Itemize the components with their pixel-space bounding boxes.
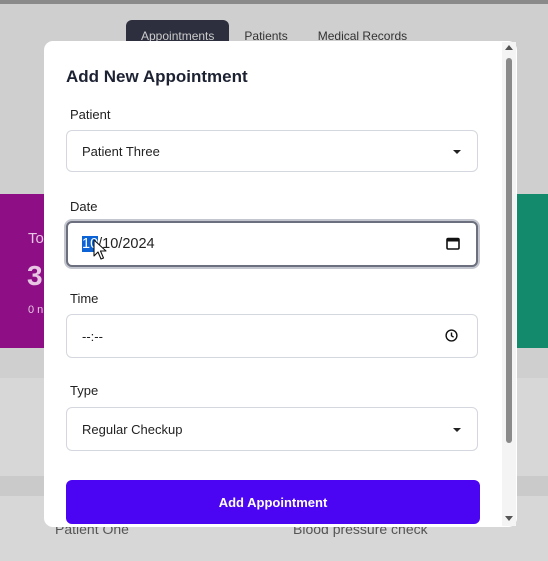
date-input[interactable]: 10/10/2024 [66, 221, 478, 267]
add-appointment-button[interactable]: Add Appointment [66, 480, 480, 524]
top-bar [0, 0, 548, 4]
modal-title: Add New Appointment [66, 67, 248, 86]
time-label: Time [70, 291, 99, 306]
date-label: Date [70, 199, 98, 214]
patient-label: Patient [70, 107, 111, 122]
chevron-down-icon [453, 150, 461, 154]
add-appointment-modal: Add New Appointment Patient Patient Thre… [44, 41, 517, 527]
stat-card-value: 3 [27, 260, 43, 291]
type-label: Type [70, 383, 99, 398]
modal-scrollbar-thumb[interactable] [506, 58, 512, 443]
scroll-up-arrow-icon[interactable] [505, 45, 513, 50]
scroll-down-arrow-icon[interactable] [505, 516, 513, 521]
patient-select[interactable]: Patient Three [66, 130, 478, 172]
stat-card-sub: 0 n [28, 304, 44, 316]
type-select[interactable]: Regular Checkup [66, 407, 478, 451]
mouse-cursor-icon [93, 239, 107, 260]
time-input-value: --:-- [82, 328, 103, 344]
calendar-icon[interactable] [446, 236, 460, 250]
time-input[interactable]: --:-- [66, 314, 478, 358]
type-select-value: Regular Checkup [82, 421, 183, 437]
clock-icon[interactable] [445, 329, 458, 342]
chevron-down-icon [453, 428, 461, 432]
patient-select-value: Patient Three [82, 143, 160, 159]
stat-card-label: To [28, 230, 44, 247]
